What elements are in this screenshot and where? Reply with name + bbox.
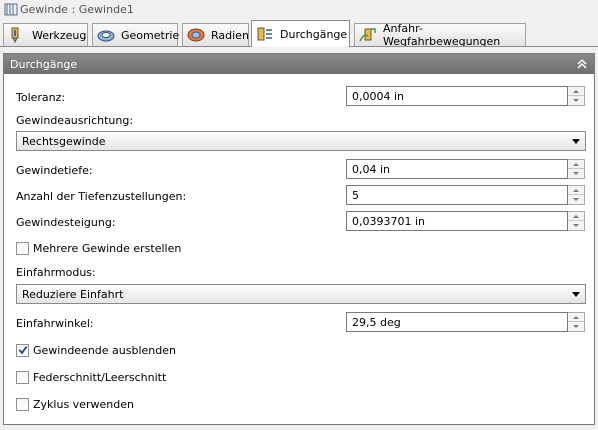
tab-geometrie[interactable]: Geometrie xyxy=(92,23,180,46)
panel-title: Durchgänge xyxy=(10,57,78,71)
checkbox-box[interactable] xyxy=(16,242,29,255)
gewindesteigung-input[interactable]: 0,0393701 in xyxy=(346,211,568,231)
panel-header[interactable]: Durchgänge xyxy=(4,54,594,74)
spin-up-button[interactable] xyxy=(568,212,584,221)
checkmark-icon xyxy=(18,345,28,355)
spin-down-button[interactable] xyxy=(568,169,584,178)
tab-label: Anfahr-Wegfahrbewegungen xyxy=(383,22,501,48)
tool-icon xyxy=(11,27,19,43)
tab-durchgaenge[interactable]: Durchgänge xyxy=(251,20,350,47)
toleranz-input[interactable]: 0,0004 in xyxy=(346,86,568,106)
gewindeausrichtung-select[interactable]: Rechtsgewinde xyxy=(16,131,586,151)
gewindetiefe-input[interactable]: 0,04 in xyxy=(346,159,568,179)
tiefenzustellungen-spinner[interactable] xyxy=(568,185,585,205)
passes-panel: Durchgänge Toleranz: 0,0004 in Gewindeau… xyxy=(3,53,595,425)
tab-label: Werkzeug xyxy=(32,28,87,42)
spin-up-button[interactable] xyxy=(568,313,584,322)
linking-icon xyxy=(359,28,376,42)
tab-label: Radien xyxy=(211,28,249,42)
tiefenzustellungen-label: Anzahl der Tiefenzustellungen: xyxy=(16,190,187,203)
checkbox-box[interactable] xyxy=(16,371,29,384)
tiefenzustellungen-input[interactable]: 5 xyxy=(346,185,568,205)
chevron-down-icon xyxy=(572,139,580,144)
einfahrmodus-label: Einfahrmodus: xyxy=(16,266,96,279)
spin-up-button[interactable] xyxy=(568,160,584,169)
einfahrmodus-select[interactable]: Reduziere Einfahrt xyxy=(16,284,586,304)
tab-label: Geometrie xyxy=(121,28,180,42)
title-bar: Gewinde : Gewinde1 xyxy=(0,0,598,20)
toleranz-spinner[interactable] xyxy=(568,86,585,106)
gewindeausrichtung-label: Gewindeausrichtung: xyxy=(16,114,134,127)
spin-up-button[interactable] xyxy=(568,87,584,96)
checkbox-label: Gewindeende ausblenden xyxy=(33,344,176,357)
checkbox-box[interactable] xyxy=(16,344,29,357)
dropdown-value: Rechtsgewinde xyxy=(22,135,106,148)
gewindesteigung-spinner[interactable] xyxy=(568,211,585,231)
tab-bar: Werkzeug Geometrie Radien Durchgänge Anf… xyxy=(0,20,598,48)
radii-icon xyxy=(187,28,205,42)
passes-icon xyxy=(257,27,272,41)
zyklus-checkbox[interactable]: Zyklus verwenden xyxy=(16,398,134,411)
federschnitt-checkbox[interactable]: Federschnitt/Leerschnitt xyxy=(16,371,166,384)
gewindesteigung-label: Gewindesteigung: xyxy=(16,216,116,229)
einfahrwinkel-spinner[interactable] xyxy=(568,312,585,332)
toleranz-label: Toleranz: xyxy=(16,91,66,104)
thread-icon xyxy=(4,3,18,16)
spin-down-button[interactable] xyxy=(568,221,584,230)
spin-down-button[interactable] xyxy=(568,195,584,204)
double-chevron-up-icon[interactable] xyxy=(576,58,588,70)
window-title: Gewinde : Gewinde1 xyxy=(20,3,134,16)
spin-down-button[interactable] xyxy=(568,322,584,331)
checkbox-label: Zyklus verwenden xyxy=(33,398,134,411)
gewindeende-checkbox[interactable]: Gewindeende ausblenden xyxy=(16,344,176,357)
einfahrwinkel-label: Einfahrwinkel: xyxy=(16,317,94,330)
dropdown-value: Reduziere Einfahrt xyxy=(22,288,124,301)
geometry-icon xyxy=(97,30,115,42)
spin-up-button[interactable] xyxy=(568,186,584,195)
tab-anfahr-wegfahrbewegungen[interactable]: Anfahr-Wegfahrbewegungen xyxy=(354,22,526,48)
mehrere-gewinde-checkbox[interactable]: Mehrere Gewinde erstellen xyxy=(16,242,181,255)
einfahrwinkel-input[interactable]: 29,5 deg xyxy=(346,312,568,332)
checkbox-box[interactable] xyxy=(16,398,29,411)
tab-radien[interactable]: Radien xyxy=(182,23,249,46)
tab-label: Durchgänge xyxy=(280,27,348,41)
checkbox-label: Federschnitt/Leerschnitt xyxy=(33,371,167,384)
gewindetiefe-label: Gewindetiefe: xyxy=(16,164,93,177)
tab-werkzeug[interactable]: Werkzeug xyxy=(3,23,88,46)
checkbox-label: Mehrere Gewinde erstellen xyxy=(33,242,182,255)
gewindetiefe-spinner[interactable] xyxy=(568,159,585,179)
chevron-down-icon xyxy=(572,292,580,297)
spin-down-button[interactable] xyxy=(568,96,584,105)
